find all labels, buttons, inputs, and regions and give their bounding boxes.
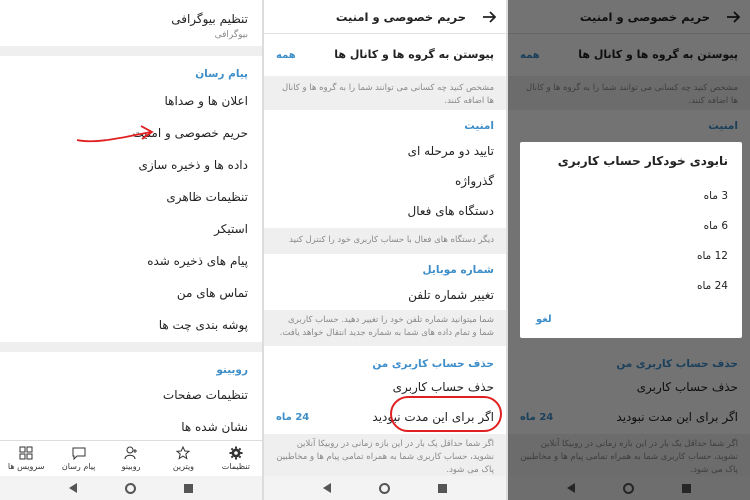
tab-messenger-label: پیام رسان bbox=[61, 462, 96, 471]
rubino-header: روبینو bbox=[216, 364, 248, 376]
security-header: امنیت bbox=[464, 120, 494, 132]
hint-block: مشخص کنید چه کسانی می توانند شما را به گ… bbox=[264, 76, 506, 110]
tab-messenger[interactable]: پیام رسان bbox=[52, 441, 104, 476]
hint-block: دیگر دستگاه های فعال با حساب کاربری خود … bbox=[264, 228, 506, 254]
nav-recents-icon[interactable] bbox=[438, 483, 447, 493]
dialog-title: نابودی خودکار حساب کاربری bbox=[557, 154, 728, 168]
page-title: حریم خصوصی و امنیت bbox=[335, 10, 466, 24]
chat-icon bbox=[72, 447, 86, 460]
android-nav-bar bbox=[264, 476, 506, 500]
auto-delete-dialog: نابودی خودکار حساب کاربری 3 ماه 6 ماه 12… bbox=[520, 142, 742, 338]
hint-block: اگر شما حداقل یک بار در این بازه زمانی د… bbox=[264, 434, 506, 476]
messenger-section: پیام رسان اعلان ها و صداها حریم خصوصی و … bbox=[0, 56, 262, 342]
bottom-tab-bar: سرویس ها پیام رسان روبینو ویترین تنظیمات bbox=[0, 440, 262, 476]
star-icon bbox=[176, 446, 191, 460]
option-12-months[interactable]: 12 ماه bbox=[697, 250, 728, 262]
nav-home-icon[interactable] bbox=[379, 482, 390, 494]
nav-back-icon[interactable] bbox=[323, 483, 331, 493]
join-groups-row[interactable]: پیوستن به گروه ها و کانال ها همه bbox=[264, 34, 506, 76]
two-step-verification[interactable]: تایید دو مرحله ای bbox=[278, 144, 494, 158]
change-phone-number[interactable]: تغییر شماره تلفن bbox=[278, 288, 494, 302]
cancel-button[interactable]: لغو bbox=[536, 314, 552, 325]
security-section: امنیت تایید دو مرحله ای گذرواژه دستگاه ه… bbox=[264, 110, 506, 228]
nav-back-icon[interactable] bbox=[69, 483, 77, 493]
red-arrow-annotation bbox=[76, 125, 154, 143]
inactive-period-value[interactable]: 24 ماه bbox=[276, 412, 309, 423]
devices-hint: دیگر دستگاه های فعال با حساب کاربری خود … bbox=[289, 235, 494, 245]
tab-settings[interactable]: تنظیمات bbox=[210, 441, 262, 476]
passcode[interactable]: گذرواژه bbox=[278, 174, 494, 188]
join-groups-hint: مشخص کنید چه کسانی می توانند شما را به گ… bbox=[282, 83, 494, 106]
join-groups-label: پیوستن به گروه ها و کانال ها bbox=[334, 48, 494, 61]
gear-icon bbox=[229, 446, 243, 460]
settings-screen: تنظیم بیوگرافی بیوگرافی پیام رسان اعلان … bbox=[0, 0, 262, 500]
option-24-months[interactable]: 24 ماه bbox=[697, 280, 728, 292]
bio-title: تنظیم بیوگرافی bbox=[171, 12, 248, 26]
messenger-header: پیام رسان bbox=[195, 68, 248, 80]
privacy-screen: حریم خصوصی و امنیت پیوستن به گروه ها و ک… bbox=[264, 0, 506, 500]
mobile-hint: شما میتوانید شماره تلفن خود را تغییر دهی… bbox=[279, 315, 494, 338]
back-arrow-icon[interactable] bbox=[482, 10, 496, 24]
settings-item-saved-messages[interactable]: پیام های ذخیره شده bbox=[14, 254, 248, 268]
option-6-months[interactable]: 6 ماه bbox=[704, 220, 728, 232]
red-circle-annotation bbox=[390, 396, 502, 432]
delete-account[interactable]: حذف حساب کاربری bbox=[278, 380, 494, 394]
nav-recents-icon[interactable] bbox=[184, 483, 193, 493]
settings-item-appearance[interactable]: تنظیمات ظاهری bbox=[14, 190, 248, 204]
hint-block: شما میتوانید شماره تلفن خود را تغییر دهی… bbox=[264, 310, 506, 346]
tab-showcase-label: ویترین bbox=[172, 462, 195, 471]
settings-item-notifications[interactable]: اعلان ها و صداها bbox=[14, 94, 249, 108]
app-bar: حریم خصوصی و امنیت bbox=[264, 0, 506, 34]
screenshot-collage: تنظیم بیوگرافی بیوگرافی پیام رسان اعلان … bbox=[0, 0, 750, 500]
tab-rubino-label: روبینو bbox=[121, 462, 141, 471]
rubino-section: روبینو تنظیمات صفحات نشان شده ها bbox=[0, 352, 262, 442]
delete-account-header: حذف حساب کاربری من bbox=[372, 358, 494, 370]
inactive-hint: اگر شما حداقل یک بار در این بازه زمانی د… bbox=[276, 439, 494, 475]
settings-item-chat-folders[interactable]: پوشه بندی چت ها bbox=[14, 318, 248, 332]
mobile-section: شماره موبایل تغییر شماره تلفن bbox=[264, 254, 506, 310]
add-user-icon bbox=[124, 446, 138, 460]
tab-settings-label: تنظیمات bbox=[221, 462, 250, 471]
privacy-screen-with-dialog: حریم خصوصی و امنیت پیوستن به گروه ها و ک… bbox=[508, 0, 750, 500]
tab-services[interactable]: سرویس ها bbox=[0, 441, 52, 476]
grid-icon bbox=[19, 446, 33, 460]
android-nav-bar bbox=[0, 476, 262, 500]
bio-section[interactable]: تنظیم بیوگرافی بیوگرافی bbox=[0, 0, 262, 46]
settings-item-stickers[interactable]: استیکر bbox=[14, 222, 248, 236]
tab-services-label: سرویس ها bbox=[7, 462, 45, 471]
tab-showcase[interactable]: ویترین bbox=[157, 441, 209, 476]
divider bbox=[0, 46, 262, 56]
divider bbox=[0, 342, 262, 352]
active-devices[interactable]: دستگاه های فعال bbox=[278, 204, 495, 218]
settings-item-page-settings[interactable]: تنظیمات صفحات bbox=[14, 388, 248, 402]
settings-item-data-storage[interactable]: داده ها و ذخیره سازی bbox=[14, 158, 248, 172]
nav-home-icon[interactable] bbox=[125, 482, 136, 494]
settings-item-bookmarks[interactable]: نشان شده ها bbox=[14, 420, 248, 434]
join-groups-value: همه bbox=[276, 50, 296, 61]
option-3-months[interactable]: 3 ماه bbox=[704, 190, 728, 202]
mobile-header: شماره موبایل bbox=[422, 264, 495, 276]
settings-item-contacts[interactable]: تماس های من bbox=[14, 286, 248, 300]
bio-subtitle: بیوگرافی bbox=[214, 30, 248, 40]
tab-rubino[interactable]: روبینو bbox=[105, 441, 157, 476]
